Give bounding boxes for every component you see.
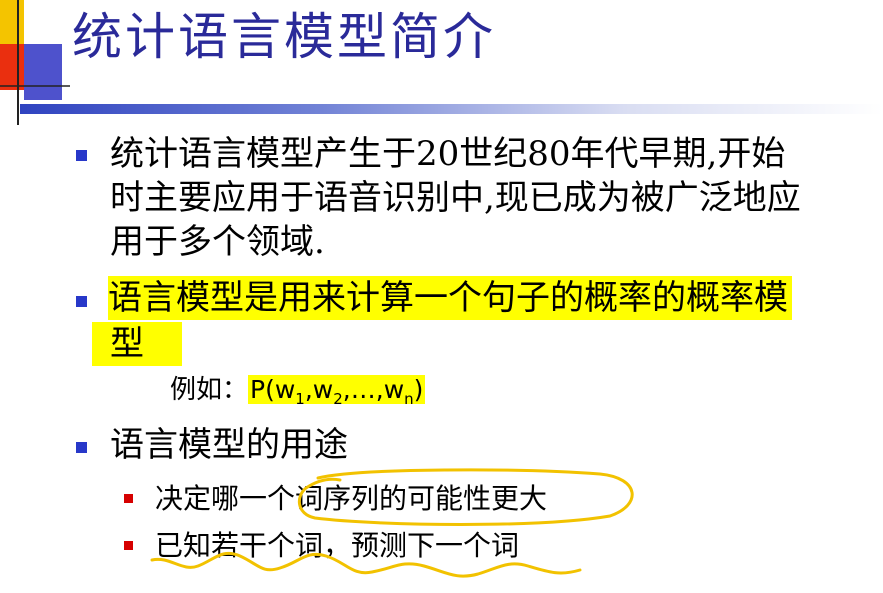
use-item-2: 已知若干个词，预测下一个词 <box>155 529 520 562</box>
sub-bullet-marker-1 <box>124 494 133 503</box>
bullet-marker-3 <box>76 442 87 453</box>
title-underline <box>20 104 883 114</box>
bullet-marker-2 <box>76 296 87 307</box>
bullet-1-line-2: 时主要应用于语音识别中,现已成为被广泛地应 <box>110 178 801 218</box>
slide-title: 统计语言模型简介 <box>72 8 496 66</box>
bullet-2-line-2: 型 <box>92 322 182 366</box>
uses-heading: 语言模型的用途 <box>110 425 348 465</box>
bullet-1-line-1: 统计语言模型产生于20世纪80年代早期,开始 <box>110 134 786 174</box>
bullet-marker-1 <box>76 150 87 161</box>
bullet-1-line-3: 用于多个领域. <box>110 222 325 262</box>
bullet-2-line-1: 语言模型是用来计算一个句子的概率的概率模 <box>108 276 792 320</box>
sub-bullet-marker-2 <box>124 541 133 550</box>
use-item-1: 决定哪一个词序列的可能性更大 <box>155 482 548 515</box>
probability-formula: P(w1,w2,…,wn) <box>248 375 426 408</box>
example-label: 例如： <box>170 375 249 405</box>
example-line: 例如：P(w1,w2,…,wn) <box>170 372 426 417</box>
